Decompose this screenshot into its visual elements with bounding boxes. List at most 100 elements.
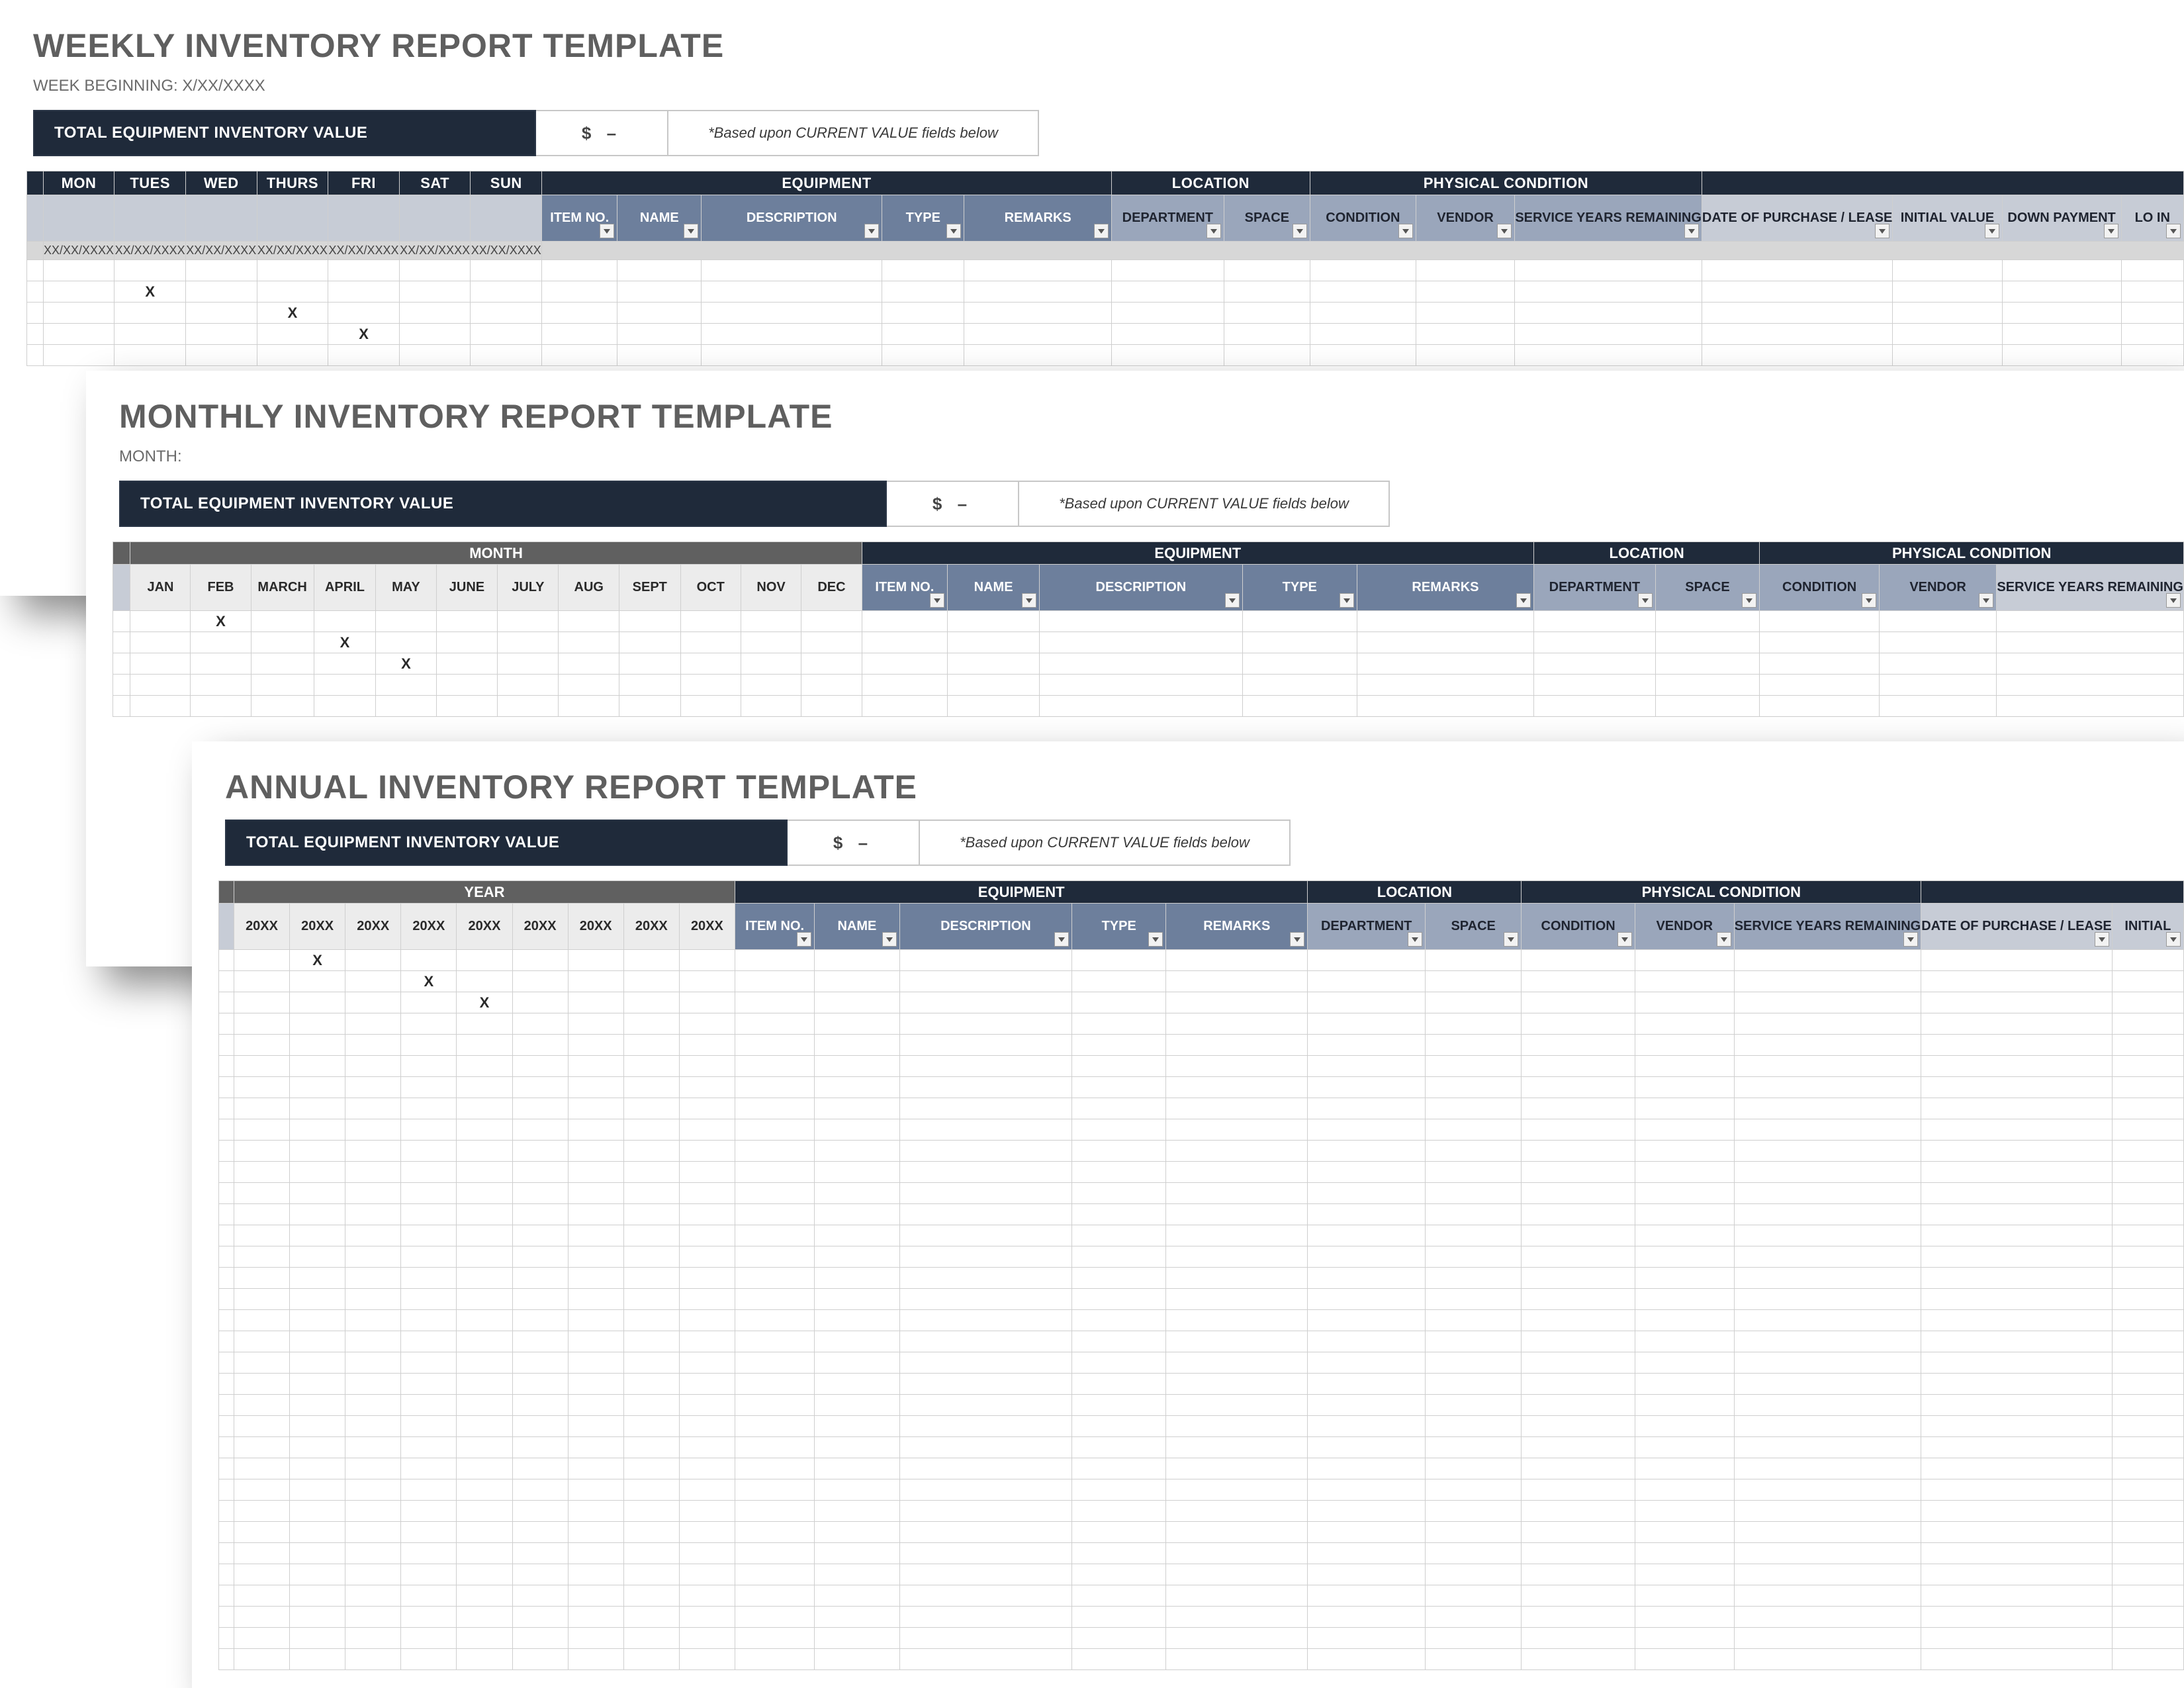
cell[interactable] [401,1225,457,1246]
cell[interactable] [1921,1204,2112,1225]
cell[interactable] [1635,1479,1734,1501]
cell[interactable] [1308,1225,1426,1246]
cell[interactable] [899,1564,1072,1585]
cell[interactable] [345,1564,401,1585]
cell[interactable] [1425,1437,1521,1458]
cell[interactable] [1734,1056,1921,1077]
cell[interactable] [2112,1310,2183,1331]
col-header[interactable]: SERVICE YEARS REMAINING [1734,904,1921,950]
cell[interactable] [568,1035,623,1056]
cell[interactable] [114,345,186,366]
table-row[interactable]: X [219,950,2184,971]
cell[interactable] [290,1649,345,1670]
cell[interactable] [130,632,191,653]
cell[interactable] [1515,260,1702,281]
cell[interactable] [1072,1013,1166,1035]
cell[interactable] [512,1268,568,1289]
cell[interactable] [1734,1374,1921,1395]
cell[interactable] [623,971,679,992]
cell[interactable] [1072,1141,1166,1162]
cell[interactable] [436,675,498,696]
cell[interactable]: X [328,324,400,345]
cell[interactable] [290,1098,345,1119]
cell[interactable] [735,1289,814,1310]
cell[interactable] [899,1204,1072,1225]
filter-dropdown-icon[interactable] [1094,224,1109,238]
cell[interactable] [1308,1564,1426,1585]
cell[interactable] [1522,1395,1635,1416]
cell[interactable] [345,1649,401,1670]
cell[interactable] [1734,1395,1921,1416]
cell[interactable]: X [376,653,436,675]
cell[interactable] [1166,1437,1308,1458]
cell[interactable] [815,1141,899,1162]
cell[interactable] [1635,1310,1734,1331]
cell[interactable] [1522,992,1635,1013]
cell[interactable] [899,1331,1072,1352]
cell[interactable] [2002,303,2121,324]
cell[interactable] [735,1501,814,1522]
cell[interactable] [401,1374,457,1395]
cell[interactable] [234,1649,289,1670]
cell[interactable] [1425,1458,1521,1479]
cell[interactable] [1072,1458,1166,1479]
cell[interactable] [1166,1098,1308,1119]
cell[interactable] [1425,1564,1521,1585]
cell[interactable] [964,281,1112,303]
cell[interactable] [948,675,1040,696]
cell[interactable] [1921,1268,2112,1289]
cell[interactable] [471,260,542,281]
cell[interactable] [457,1564,512,1585]
col-header[interactable]: NAME [815,904,899,950]
cell[interactable] [1224,303,1310,324]
cell[interactable] [1734,1331,1921,1352]
cell[interactable] [542,324,617,345]
cell[interactable] [1310,260,1416,281]
cell[interactable] [290,1543,345,1564]
cell[interactable] [328,345,400,366]
cell[interactable] [623,1501,679,1522]
cell[interactable] [1635,1628,1734,1649]
cell[interactable] [679,1437,735,1458]
cell[interactable] [1893,345,2002,366]
cell[interactable] [815,1268,899,1289]
cell[interactable] [568,1141,623,1162]
cell[interactable] [1702,324,1892,345]
col-header[interactable]: CONDITION [1310,195,1416,242]
cell[interactable] [1166,1458,1308,1479]
cell[interactable] [345,1607,401,1628]
cell[interactable] [1308,1437,1426,1458]
cell[interactable] [1635,1013,1734,1035]
cell[interactable] [568,950,623,971]
cell[interactable] [1072,1649,1166,1670]
year-header[interactable]: 20XX [512,904,568,950]
cell[interactable] [1522,971,1635,992]
cell[interactable] [512,1119,568,1141]
cell[interactable] [257,260,328,281]
cell[interactable] [1308,1077,1426,1098]
cell[interactable] [1921,1543,2112,1564]
cell[interactable] [1921,950,2112,971]
cell[interactable] [512,1543,568,1564]
cell[interactable] [1166,992,1308,1013]
cell[interactable] [815,1437,899,1458]
cell[interactable] [568,1479,623,1501]
grid-weekly[interactable]: MONTUESWEDTHURSFRISATSUNEQUIPMENTLOCATIO… [26,171,2184,366]
cell[interactable] [1635,1268,1734,1289]
cell[interactable] [1425,1183,1521,1204]
cell[interactable] [345,1119,401,1141]
cell[interactable] [457,1649,512,1670]
cell[interactable] [568,1056,623,1077]
col-header[interactable]: SERVICE YEARS REMAINING [1515,195,1702,242]
cell[interactable] [2112,1246,2183,1268]
cell[interactable] [815,1056,899,1077]
cell[interactable] [457,1183,512,1204]
cell[interactable] [623,1395,679,1416]
cell[interactable] [512,1077,568,1098]
cell[interactable] [1921,1183,2112,1204]
col-header[interactable]: VENDOR [1635,904,1734,950]
col-header[interactable]: INITIAL [2112,904,2183,950]
cell[interactable] [290,1162,345,1183]
filter-dropdown-icon[interactable] [1638,593,1653,608]
cell[interactable] [1635,1501,1734,1522]
